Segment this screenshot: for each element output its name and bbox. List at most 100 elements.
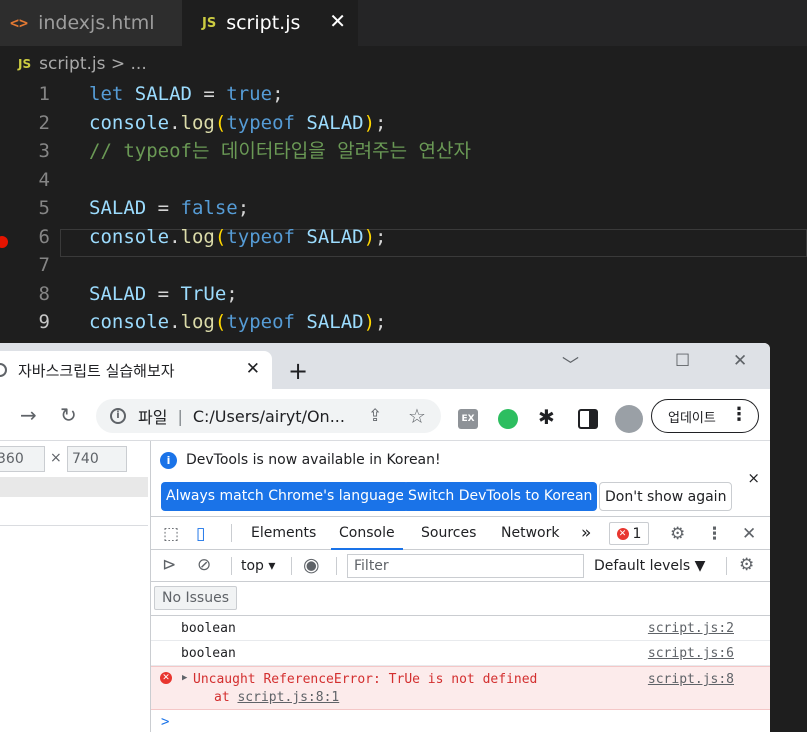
tab-indexjs-html[interactable]: <> indexjs.html: [0, 0, 182, 46]
maximize-icon[interactable]: ☐: [675, 351, 690, 371]
forward-icon[interactable]: →: [20, 403, 37, 427]
new-tab-button[interactable]: +: [288, 359, 308, 383]
reload-icon[interactable]: ↻: [60, 403, 77, 427]
sidebar-toggle-icon[interactable]: ⊳: [162, 555, 176, 575]
title-bar: 자바스크립트 실습해보자 ✕ + ﹀ ☐ ✕: [0, 343, 770, 389]
notice-text: DevTools is now available in Korean!: [186, 452, 441, 468]
profile-avatar[interactable]: [615, 405, 643, 433]
close-notice-icon[interactable]: ×: [747, 469, 760, 487]
globe-icon: [0, 363, 7, 377]
menu-dots-icon[interactable]: ⋮: [730, 405, 748, 425]
code-line: 6 console.log(typeof SALAD);: [0, 223, 807, 252]
js-file-icon: JS: [18, 57, 32, 71]
error-icon: ✕: [616, 527, 629, 540]
code-line: 1 let SALAD = true;: [0, 80, 807, 109]
close-tab-icon[interactable]: ✕: [246, 359, 260, 379]
dimension-times: ×: [50, 450, 62, 466]
tab-label: script.js: [226, 12, 301, 34]
divider: [231, 557, 232, 575]
line-number: 6: [38, 225, 50, 248]
console-error-message: ✕ ▶ Uncaught ReferenceError: TrUe is not…: [151, 666, 770, 710]
language-notice: i DevTools is now available in Korean! A…: [151, 441, 770, 517]
update-label: 업데이트: [668, 410, 716, 426]
device-width-input[interactable]: 360: [0, 446, 45, 472]
browser-tab-title: 자바스크립트 실습해보자: [18, 361, 175, 380]
console-prompt-row[interactable]: >: [151, 710, 770, 732]
no-issues-button[interactable]: No Issues: [154, 586, 237, 610]
extension-ex-icon[interactable]: EX: [458, 409, 478, 429]
device-height-input[interactable]: 740: [67, 446, 127, 472]
breadcrumb-file[interactable]: script.js: [39, 54, 105, 74]
issues-bar: No Issues: [151, 582, 770, 616]
error-icon: ✕: [160, 672, 172, 684]
address-path: C:/Users/airyt/On...: [192, 406, 345, 426]
line-number: 9: [38, 311, 50, 333]
js-file-icon: JS: [202, 15, 217, 31]
message-source-link[interactable]: script.js:8: [648, 672, 734, 687]
tab-elements[interactable]: Elements: [251, 517, 316, 550]
switch-korean-button[interactable]: Switch DevTools to Korean: [403, 482, 598, 511]
message-text: boolean: [181, 621, 236, 636]
message-source-link[interactable]: script.js:6: [648, 646, 734, 661]
tab-label: indexjs.html: [38, 12, 155, 34]
match-language-button[interactable]: Always match Chrome's language: [161, 482, 409, 511]
log-levels-select[interactable]: Default levels ▼: [594, 550, 705, 582]
divider: [726, 557, 727, 575]
stack-source-link[interactable]: script.js:8:1: [237, 690, 339, 705]
console-settings-gear-icon[interactable]: ⚙: [739, 555, 754, 575]
console-message: boolean script.js:2: [151, 616, 770, 641]
address-separator: |: [177, 406, 183, 426]
close-window-icon[interactable]: ✕: [733, 351, 747, 371]
close-devtools-icon[interactable]: ✕: [742, 524, 756, 544]
divider: [336, 557, 337, 575]
error-count-badge[interactable]: ✕ 1: [609, 522, 649, 545]
side-panel-icon[interactable]: [578, 409, 598, 429]
devtools-tabs: ⬚ ▯ Elements Console Sources Network » ✕…: [151, 517, 770, 550]
tab-console[interactable]: Console: [331, 517, 403, 550]
clear-console-icon[interactable]: ⊘: [197, 555, 211, 575]
message-source-link[interactable]: script.js:2: [648, 621, 734, 636]
divider: [231, 524, 232, 542]
tab-script-js[interactable]: JS script.js ✕: [182, 0, 358, 46]
line-number: 4: [38, 168, 50, 191]
tab-network[interactable]: Network: [501, 517, 559, 550]
breadcrumb-rest[interactable]: > ...: [111, 54, 147, 74]
error-stack: at script.js:8:1: [214, 690, 340, 705]
code-line: 4: [0, 166, 807, 195]
divider: [291, 557, 292, 575]
more-tabs-icon[interactable]: »: [581, 517, 591, 550]
chrome-window: 자바스크립트 실습해보자 ✕ + ﹀ ☐ ✕ → ↻ i 파일 | C:/Use…: [0, 343, 770, 732]
info-icon[interactable]: i: [110, 408, 126, 424]
address-bar[interactable]: i 파일 | C:/Users/airyt/On... ⇪ ☆: [96, 399, 441, 433]
minimize-icon[interactable]: ﹀: [562, 351, 579, 376]
code-area[interactable]: 1 let SALAD = true; 2 console.log(typeof S…: [0, 80, 807, 337]
expand-triangle-icon[interactable]: ▶: [182, 673, 187, 683]
code-line: 9 console.log(typeof SALAD);: [0, 308, 807, 337]
browser-tab[interactable]: 자바스크립트 실습해보자 ✕: [0, 351, 272, 389]
close-tab-icon[interactable]: ✕: [329, 9, 346, 33]
code-line: 3 // typeof는 데이터타입을 알려주는 연산자: [0, 137, 807, 166]
update-button[interactable]: 업데이트 ⋮: [651, 399, 759, 433]
device-preview-pane: 360 × 740: [0, 441, 151, 732]
html-file-icon: <>: [10, 14, 29, 32]
devtools-menu-icon[interactable]: ⋮: [706, 524, 723, 544]
dont-show-again-button[interactable]: Don't show again: [599, 482, 733, 511]
tab-sources[interactable]: Sources: [421, 517, 476, 550]
context-select[interactable]: top ▾: [241, 550, 275, 582]
eye-icon[interactable]: ◉: [303, 554, 320, 576]
filter-input[interactable]: Filter: [347, 554, 584, 578]
line-number: 5: [38, 197, 50, 219]
puzzle-extensions-icon[interactable]: ✱: [538, 405, 558, 429]
share-icon[interactable]: ⇪: [368, 406, 382, 426]
settings-gear-icon[interactable]: ⚙: [670, 524, 685, 544]
line-number: 8: [38, 282, 50, 305]
evernote-icon[interactable]: [498, 409, 518, 429]
error-text: Uncaught ReferenceError: TrUe is not def…: [193, 672, 538, 687]
device-toolbar-icon[interactable]: ▯: [196, 524, 205, 544]
divider: [0, 525, 148, 526]
address-scheme: 파일: [138, 408, 168, 427]
prompt-chevron-icon: >: [161, 714, 170, 730]
bookmark-star-icon[interactable]: ☆: [408, 404, 426, 428]
line-number: 7: [38, 254, 50, 276]
inspect-element-icon[interactable]: ⬚: [163, 524, 179, 544]
